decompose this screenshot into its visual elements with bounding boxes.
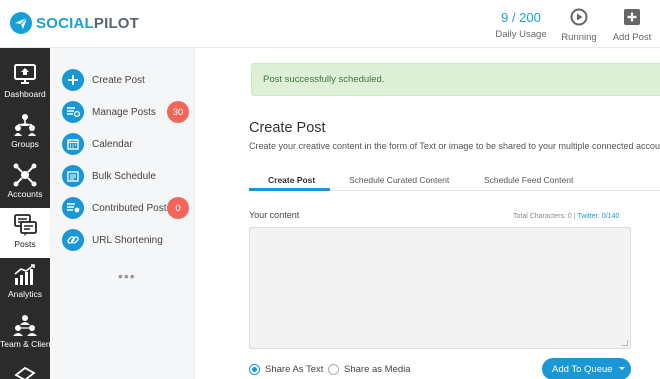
nav-more-item[interactable] [0, 358, 50, 379]
nav-team-client[interactable]: Team & Client [0, 308, 53, 358]
nav-dashboard[interactable]: Dashboard [0, 58, 50, 108]
menu-manage-posts-label: Manage Posts [92, 106, 156, 118]
add-to-queue-button[interactable]: Add To Queue [542, 358, 631, 379]
nav-accounts-label: Accounts [7, 189, 43, 199]
menu-bulk-schedule-label: Bulk Schedule [92, 170, 156, 182]
nav-team-client-label: Team & Client [0, 339, 53, 349]
running-button[interactable]: Running [555, 8, 603, 43]
add-post-button[interactable]: Add Post [608, 8, 656, 43]
plus-square-icon [623, 8, 641, 26]
success-alert-text: Post successfully scheduled. [263, 74, 385, 85]
posts-submenu: Create Post Manage Posts 30 Calendar Bul… [50, 48, 195, 379]
top-header: SOCIALPILOT 9 / 200 Daily Usage Running … [0, 0, 660, 48]
tag-icon [12, 363, 38, 379]
active-tab-indicator [249, 188, 330, 191]
nav-dashboard-label: Dashboard [4, 89, 46, 99]
accounts-icon [12, 163, 38, 187]
share-as-text-option[interactable]: Share As Text [249, 362, 323, 376]
share-as-media-radio[interactable] [328, 363, 339, 375]
menu-contributed-posts[interactable]: Contributed Posts [62, 196, 172, 220]
groups-icon [12, 113, 38, 137]
daily-usage-label: Daily Usage [495, 29, 547, 40]
post-tabs: Create Post Schedule Curated Content Sch… [249, 168, 660, 191]
calendar-icon [62, 133, 84, 155]
analytics-icon [12, 263, 38, 287]
menu-manage-posts[interactable]: Manage Posts [62, 100, 156, 124]
menu-url-shortening[interactable]: URL Shortening [62, 228, 163, 252]
share-as-media-label: Share as Media [344, 363, 411, 375]
bulk-icon [62, 165, 84, 187]
menu-bulk-schedule[interactable]: Bulk Schedule [62, 164, 156, 188]
nav-accounts[interactable]: Accounts [0, 158, 50, 208]
twitter-character-count[interactable]: Twitter: 0/140 [577, 213, 619, 220]
page-title: Create Post [249, 120, 326, 136]
main-nav-rail: Dashboard Groups Accounts Posts Analytic… [0, 48, 53, 379]
daily-usage-value: 9 / 200 [501, 10, 541, 25]
manage-icon [62, 101, 84, 123]
add-to-queue-label: Add To Queue [552, 364, 613, 375]
menu-create-post[interactable]: Create Post [62, 68, 145, 92]
post-content-textarea[interactable] [249, 227, 631, 349]
chevron-down-icon[interactable] [619, 367, 625, 370]
manage-posts-count-badge: 30 [167, 101, 189, 123]
nav-posts-label: Posts [14, 239, 36, 249]
play-circle-icon [570, 8, 588, 26]
share-as-media-option[interactable]: Share as Media [328, 362, 411, 376]
logo-text: SOCIALPILOT [36, 14, 140, 32]
menu-create-post-label: Create Post [92, 74, 145, 86]
paper-plane-icon [10, 12, 32, 34]
socialpilot-logo[interactable]: SOCIALPILOT [10, 11, 139, 35]
nav-analytics-label: Analytics [7, 289, 42, 299]
success-alert: Post successfully scheduled. [251, 63, 660, 96]
menu-calendar[interactable]: Calendar [62, 132, 133, 156]
page-subtitle: Create your creative content in the form… [249, 141, 660, 151]
plus-icon [62, 69, 84, 91]
nav-analytics[interactable]: Analytics [0, 258, 50, 308]
link-icon [62, 229, 84, 251]
daily-usage: 9 / 200 Daily Usage [492, 10, 550, 40]
character-count: Total Characters: 0 | Twitter: 0/140 [513, 213, 619, 220]
more-menu-button[interactable]: ••• [118, 268, 136, 284]
menu-contributed-posts-label: Contributed Posts [92, 202, 172, 214]
nav-groups[interactable]: Groups [0, 108, 50, 158]
contributed-icon [62, 197, 84, 219]
add-post-label: Add Post [612, 32, 652, 43]
team-icon [12, 313, 38, 337]
share-as-text-radio[interactable] [249, 363, 260, 375]
total-characters: Total Characters: 0 | [513, 213, 576, 220]
content-label: Your content [249, 210, 300, 220]
posts-icon [12, 213, 38, 237]
nav-posts[interactable]: Posts [0, 208, 50, 258]
contributed-posts-count-badge: 0 [167, 197, 189, 219]
menu-calendar-label: Calendar [92, 138, 133, 150]
tab-schedule-feed-content[interactable]: Schedule Feed Content [484, 175, 573, 185]
resize-handle[interactable] [622, 340, 628, 346]
share-as-text-label: Share As Text [265, 363, 324, 375]
tab-schedule-curated-content[interactable]: Schedule Curated Content [349, 175, 449, 185]
monitor-icon [12, 63, 38, 87]
menu-url-shortening-label: URL Shortening [92, 234, 163, 246]
tab-create-post[interactable]: Create Post [268, 175, 315, 185]
nav-groups-label: Groups [11, 139, 39, 149]
running-label: Running [561, 32, 597, 43]
